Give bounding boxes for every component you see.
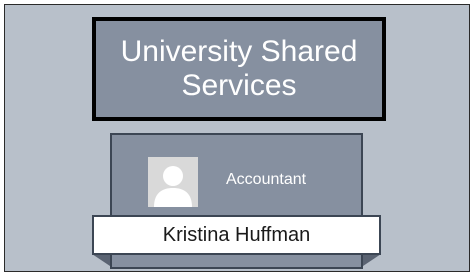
banner-fold-left <box>92 254 110 266</box>
person-silhouette-icon <box>148 157 198 207</box>
org-unit-title: University Shared Services <box>120 35 358 102</box>
avatar-graphic <box>148 157 198 207</box>
banner-fold-right <box>363 254 381 266</box>
employee-name: Kristina Huffman <box>162 224 311 246</box>
employee-role: Accountant <box>226 171 307 188</box>
org-unit-title-box: University Shared Services <box>92 17 386 121</box>
employee-name-banner: Kristina Huffman <box>92 215 381 255</box>
